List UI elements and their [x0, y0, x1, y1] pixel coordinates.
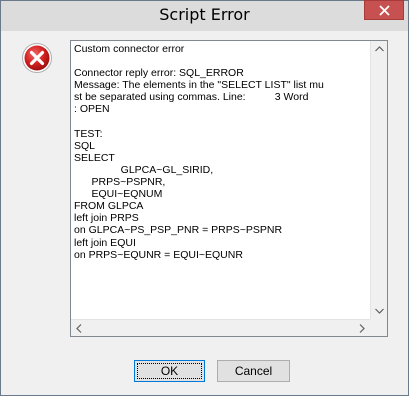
ok-button[interactable]: OK: [134, 360, 205, 382]
title-bar[interactable]: Script Error: [1, 0, 408, 31]
message-line: SQL: [74, 139, 96, 152]
cancel-button[interactable]: Cancel: [217, 360, 290, 382]
message-line: GLPCA~GL_SIRID,: [74, 163, 214, 176]
message-line: FROM GLPCA: [74, 200, 144, 213]
message-line: [74, 116, 370, 128]
scroll-down-button[interactable]: [371, 303, 387, 319]
error-icon: [22, 43, 52, 73]
message-line: SELECT: [74, 151, 115, 164]
dialog-body: Custom connector error Connector reply er…: [8, 31, 401, 389]
chevron-down-icon: [375, 308, 384, 314]
message-line: TEST:: [74, 127, 103, 140]
chevron-up-icon: [375, 46, 384, 52]
message-line: Message: The elements in the "SELECT LIS…: [74, 79, 324, 92]
message-line: PRPS~PSPNR,: [74, 176, 166, 189]
close-button[interactable]: [364, 0, 404, 20]
message-line: Custom connector error: [74, 43, 185, 55]
message-line: EQUI~EQNUM: [74, 188, 163, 201]
error-message-text: Custom connector error Connector reply er…: [74, 43, 370, 319]
scroll-up-button[interactable]: [371, 41, 387, 57]
script-error-dialog: Script Error Custom connector error Conne…: [0, 0, 409, 396]
message-line: on PRPS~EQUNR = EQUI~EQUNR: [74, 248, 243, 261]
message-line: on GLPCA~PS_PSP_PNR = PRPS~PSPNR: [74, 224, 283, 237]
dialog-title: Script Error: [159, 5, 250, 24]
chevron-right-icon: [359, 324, 365, 333]
message-line: left join EQUI: [74, 236, 136, 249]
cancel-button-label: Cancel: [234, 364, 273, 378]
background-bottom: [0, 396, 411, 400]
scroll-right-button[interactable]: [354, 320, 370, 336]
message-line: : OPEN: [74, 103, 110, 116]
scrollbar-corner: [370, 319, 387, 336]
chevron-left-icon: [76, 324, 82, 333]
horizontal-scrollbar[interactable]: [71, 319, 370, 336]
error-message-textbox[interactable]: Custom connector error Connector reply er…: [70, 40, 388, 337]
scroll-left-button[interactable]: [71, 320, 87, 336]
ok-button-label: OK: [160, 364, 179, 378]
message-line: st be separated using commas. Line: 3 Wo…: [74, 91, 309, 104]
message-line: [74, 55, 370, 67]
vertical-scrollbar[interactable]: [370, 41, 387, 319]
message-line: left join PRPS: [74, 212, 139, 225]
message-line: Connector reply error: SQL_ERROR: [74, 67, 244, 80]
close-icon: [379, 5, 390, 16]
